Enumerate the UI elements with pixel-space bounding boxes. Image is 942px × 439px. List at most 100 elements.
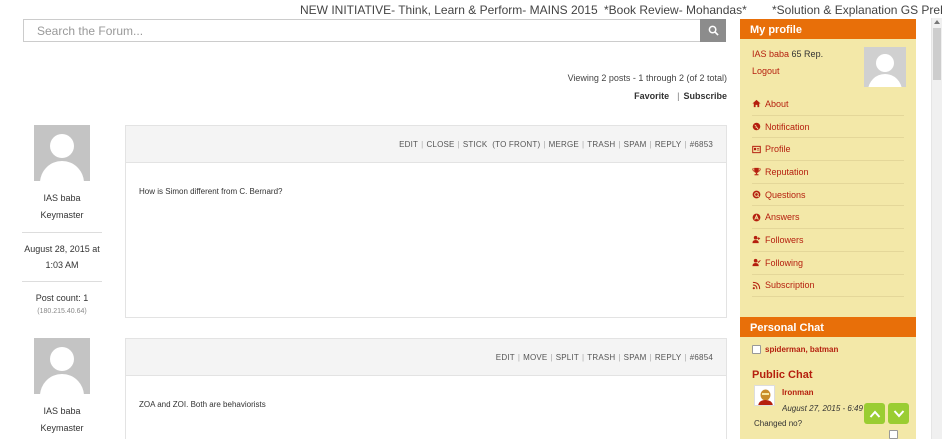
ironman-avatar-icon <box>755 386 774 405</box>
ticker-item[interactable]: NEW INITIATIVE- Think, Learn & Perform- … <box>300 3 598 17</box>
reply-link[interactable]: REPLY <box>655 353 682 362</box>
post-permalink[interactable]: #6853 <box>690 140 713 149</box>
spam-link[interactable]: SPAM <box>624 140 647 149</box>
favorite-link[interactable]: Favorite <box>634 91 669 101</box>
trophy-icon <box>752 168 761 176</box>
menu-item-profile[interactable]: Profile <box>752 138 904 162</box>
sidebar: My profile IAS baba 65 Rep. Logout About… <box>740 19 916 439</box>
menu-item-label: Notification <box>765 121 810 132</box>
trash-link[interactable]: TRASH <box>587 140 615 149</box>
merge-link[interactable]: MERGE <box>549 140 579 149</box>
subscribe-link[interactable]: Subscribe <box>683 91 727 101</box>
chat-checkbox[interactable] <box>889 430 898 439</box>
forum-search <box>23 19 726 42</box>
menu-item-subscription[interactable]: Subscription <box>752 275 904 298</box>
home-icon <box>752 100 761 108</box>
scroll-up-button[interactable] <box>864 403 885 424</box>
profile-username-link[interactable]: IAS baba <box>752 49 789 59</box>
post-content: ZOA and ZOI. Both are behaviorists <box>139 400 266 409</box>
author-name[interactable]: IAS baba <box>22 190 102 207</box>
ticker-item[interactable]: *Book Review- Mohandas* <box>604 3 747 17</box>
search-button[interactable] <box>700 19 726 42</box>
profile-card-icon <box>752 145 761 153</box>
menu-item-label: Following <box>765 257 804 268</box>
menu-item-label: Subscription <box>765 280 815 291</box>
menu-item-label: Questions <box>765 189 806 200</box>
post: EDIT | MOVE | SPLIT | TRASH | SPAM | REPLY | #6854 Z… <box>125 338 727 439</box>
post-admin-links: EDIT | CLOSE | STICK (TO FRONT) | MERGE | TRASH |… <box>126 126 726 163</box>
post: EDIT | CLOSE | STICK (TO FRONT) | MERGE | TRASH |… <box>125 125 727 318</box>
news-ticker: NEW INITIATIVE- Think, Learn & Perform- … <box>0 0 942 18</box>
topic-actions: Favorite | Subscribe <box>634 91 727 101</box>
personal-chat-users[interactable]: spiderman, batman <box>765 345 838 354</box>
menu-item-following[interactable]: Following <box>752 252 904 275</box>
followers-icon <box>752 236 761 244</box>
profile-user: IAS baba 65 Rep. <box>752 49 823 59</box>
avatar[interactable] <box>34 338 90 394</box>
menu-item-label: Reputation <box>765 166 809 177</box>
separator: | <box>677 91 680 101</box>
post-count-summary: Viewing 2 posts - 1 through 2 (of 2 tota… <box>567 73 727 83</box>
post-admin-links: EDIT | MOVE | SPLIT | TRASH | SPAM | REPLY | #6854 <box>126 339 726 376</box>
search-input[interactable] <box>24 20 700 41</box>
author-role: Keymaster <box>40 423 84 433</box>
menu-item-reputation[interactable]: Reputation <box>752 161 904 184</box>
menu-item-questions[interactable]: Questions <box>752 184 904 207</box>
menu-item-notification[interactable]: Notification <box>752 116 904 139</box>
personal-chat-entry: spiderman, batman <box>752 345 838 354</box>
menu-item-followers[interactable]: Followers <box>752 229 904 252</box>
close-link[interactable]: CLOSE <box>426 140 454 149</box>
author-ip: (180.215.40.64) <box>37 308 87 315</box>
chat-username[interactable]: Ironman <box>782 388 814 397</box>
answer-icon <box>752 213 761 222</box>
author-role: Keymaster <box>40 210 84 220</box>
menu-item-label: Followers <box>765 234 804 245</box>
menu-item-label: Answers <box>765 212 800 223</box>
question-icon <box>752 190 761 199</box>
post-date: August 28, 2015 at <box>24 244 100 254</box>
post-permalink[interactable]: #6854 <box>690 353 713 362</box>
stick-to-front-link[interactable]: (TO FRONT) <box>492 140 540 149</box>
stick-link[interactable]: STICK <box>463 140 488 149</box>
ticker-item[interactable]: *Solution & Explanation GS Prelims <box>772 3 942 17</box>
menu-item-label: About <box>765 98 789 109</box>
spam-link[interactable]: SPAM <box>624 353 647 362</box>
public-chat-title: Public Chat <box>752 369 813 381</box>
personal-chat-title: Personal Chat <box>740 317 916 337</box>
author-name[interactable]: IAS baba <box>22 403 102 420</box>
menu-item-label: Profile <box>765 144 791 155</box>
reply-link[interactable]: REPLY <box>655 140 682 149</box>
logout-link[interactable]: Logout <box>752 66 780 76</box>
chat-message: Changed no? <box>754 419 803 428</box>
my-profile-widget: My profile IAS baba 65 Rep. Logout About… <box>740 19 916 298</box>
edit-link[interactable]: EDIT <box>399 140 418 149</box>
avatar[interactable] <box>34 125 90 181</box>
scroll-arrow-up-icon[interactable] <box>934 20 940 24</box>
profile-menu: About Notification Profile Reputation Qu… <box>752 93 904 298</box>
scrollbar-thumb[interactable] <box>933 28 941 80</box>
widget-title: My profile <box>740 19 916 39</box>
divider <box>22 281 102 282</box>
post-author: IAS baba Keymaster August 28, 2015 at 1:… <box>22 125 102 315</box>
globe-icon <box>752 122 761 131</box>
search-icon <box>708 25 719 36</box>
post-count: Post count: 1 <box>35 293 89 303</box>
post-author: IAS baba Keymaster <box>22 338 102 437</box>
profile-avatar[interactable] <box>864 47 906 87</box>
rss-icon <box>752 281 761 290</box>
chat-checkbox[interactable] <box>752 345 761 354</box>
edit-link[interactable]: EDIT <box>496 353 515 362</box>
trash-link[interactable]: TRASH <box>587 353 615 362</box>
divider <box>22 232 102 233</box>
following-icon <box>752 259 761 267</box>
split-link[interactable]: SPLIT <box>556 353 579 362</box>
scroll-down-button[interactable] <box>888 403 909 424</box>
page-scrollbar[interactable] <box>931 18 942 439</box>
post-time: 1:03 AM <box>45 260 79 270</box>
move-link[interactable]: MOVE <box>523 353 547 362</box>
menu-item-about[interactable]: About <box>752 93 904 116</box>
reputation-count: 65 Rep. <box>791 49 824 59</box>
post-content: How is Simon different from C. Bernard? <box>139 187 283 196</box>
chat-user-avatar[interactable] <box>754 385 775 406</box>
menu-item-answers[interactable]: Answers <box>752 206 904 230</box>
